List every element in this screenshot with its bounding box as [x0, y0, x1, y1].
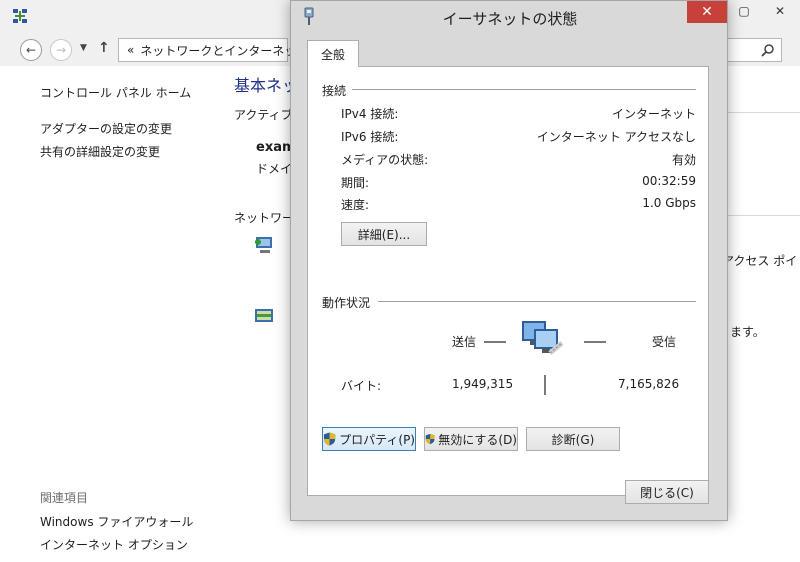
- sent-label: 送信: [452, 335, 477, 349]
- maximize-button[interactable]: ▢: [728, 0, 760, 22]
- bytes-divider: [544, 375, 546, 395]
- received-label: 受信: [652, 335, 677, 349]
- properties-button[interactable]: プロパティ(P): [322, 427, 416, 451]
- network-computers-icon: [522, 321, 564, 355]
- disable-button-label: 無効にする(D): [438, 432, 517, 447]
- close-explorer-button[interactable]: ✕: [760, 0, 800, 22]
- ipv4-value: インターネット: [611, 107, 696, 121]
- activity-heading: 動作状況: [322, 294, 377, 311]
- close-button[interactable]: 閉じる(C): [625, 480, 709, 504]
- connection-heading: 接続: [322, 82, 353, 99]
- bytes-sent-value: 1,949,315: [452, 377, 514, 391]
- properties-button-label: プロパティ(P): [339, 432, 415, 447]
- ethernet-status-dialog: イーサネットの状態 ✕ 全般 接続 IPv4 接続: インターネット IPv6 …: [290, 0, 728, 521]
- left-navigation-pane: コントロール パネル ホーム アダプターの設定の変更 共有の詳細設定の変更 関連…: [0, 66, 222, 562]
- forward-button[interactable]: →: [50, 39, 72, 61]
- recent-locations-dropdown[interactable]: ▼: [80, 43, 87, 53]
- bytes-label: バイト:: [341, 379, 382, 393]
- media-state-label: メディアの状態:: [341, 153, 429, 167]
- ipv6-value: インターネット アクセスなし: [536, 130, 696, 144]
- page-title: 基本ネッ: [234, 76, 299, 95]
- received-dash: [584, 341, 606, 343]
- search-input[interactable]: [720, 38, 782, 62]
- related-items-heading: 関連項目: [40, 491, 89, 505]
- windows-firewall-link[interactable]: Windows ファイアウォール: [40, 513, 193, 530]
- dialog-close-button[interactable]: ✕: [687, 1, 727, 23]
- activity-group-line: [378, 301, 696, 302]
- internet-options-link[interactable]: インターネット オプション: [40, 536, 188, 553]
- up-button[interactable]: ↑: [98, 40, 110, 56]
- disable-button[interactable]: 無効にする(D): [424, 427, 518, 451]
- connection-group-line: [348, 89, 696, 90]
- tab-general[interactable]: 全般: [307, 40, 359, 67]
- close-icon: ✕: [701, 4, 713, 20]
- address-path[interactable]: ネットワークとインターネット: [140, 42, 308, 59]
- uac-shield-icon: [323, 432, 336, 446]
- control-panel-home-link[interactable]: コントロール パネル ホーム: [40, 84, 191, 101]
- bytes-received-value: 7,165,826: [618, 377, 680, 391]
- new-connection-icon[interactable]: [252, 234, 276, 258]
- address-bar[interactable]: « ネットワークとインターネット: [118, 38, 308, 62]
- back-button[interactable]: ←: [20, 39, 42, 61]
- sent-dash: [484, 341, 506, 343]
- duration-value: 00:32:59: [642, 174, 696, 188]
- advanced-sharing-settings-link[interactable]: 共有の詳細設定の変更: [40, 143, 160, 160]
- dialog-body: 全般 接続 IPv4 接続: インターネット IPv6 接続: インターネット …: [301, 36, 719, 496]
- duration-label: 期間:: [341, 176, 370, 190]
- media-state-value: 有効: [671, 153, 696, 167]
- search-icon[interactable]: [761, 43, 775, 57]
- ipv4-label: IPv4 接続:: [341, 107, 399, 121]
- speed-value: 1.0 Gbps: [642, 196, 696, 210]
- speed-label: 速度:: [341, 198, 370, 212]
- dialog-title: イーサネットの状態: [442, 10, 578, 28]
- troubleshoot-icon[interactable]: [252, 304, 276, 328]
- explorer-caption-buttons: ▢ ✕: [728, 0, 800, 28]
- network-app-icon: [13, 9, 27, 23]
- change-adapter-settings-link[interactable]: アダプターの設定の変更: [40, 120, 172, 137]
- trailing-text: ます。: [730, 325, 765, 339]
- forward-arrow-icon: →: [55, 43, 67, 57]
- ipv6-label: IPv6 接続:: [341, 130, 399, 144]
- general-tab-panel: 接続 IPv4 接続: インターネット IPv6 接続: インターネット アクセ…: [307, 66, 709, 496]
- uac-shield-icon: [425, 433, 435, 445]
- details-button[interactable]: 詳細(E)...: [341, 222, 427, 246]
- diagnose-button[interactable]: 診断(G): [526, 427, 620, 451]
- back-arrow-icon: ←: [25, 43, 37, 57]
- address-separator[interactable]: «: [127, 43, 134, 57]
- access-point-text: アクセス ポイ: [722, 254, 798, 268]
